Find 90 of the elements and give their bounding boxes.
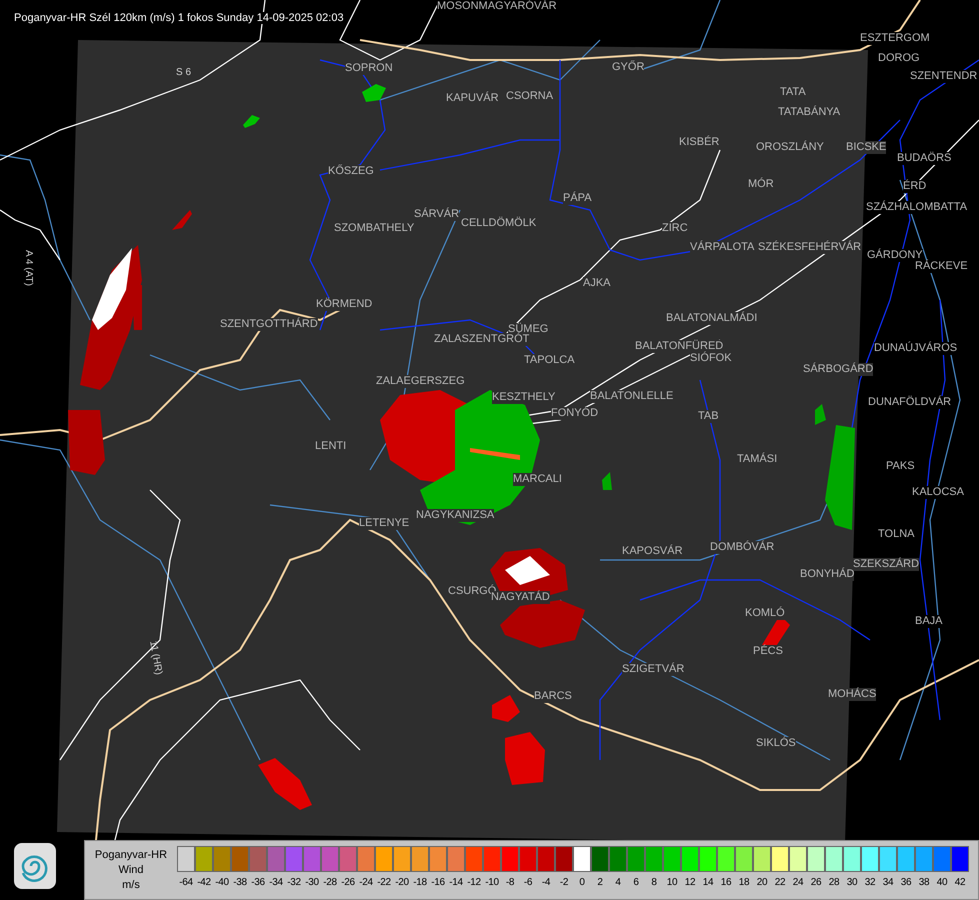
legend-subtitle: Wind <box>118 862 144 878</box>
legend-value: -10 <box>485 877 499 888</box>
city-label: BICSKE <box>846 141 886 154</box>
legend-value: 28 <box>828 877 840 888</box>
legend-value: -20 <box>395 877 409 888</box>
legend-value: 8 <box>651 877 657 888</box>
legend-value: 24 <box>792 877 804 888</box>
city-label: BUDAÖRS <box>897 152 952 165</box>
city-label: SZÉKESFEHÉRVÁR <box>758 241 862 254</box>
legend-value: -16 <box>431 877 445 888</box>
road-label: S 6 <box>176 67 192 79</box>
legend-value: -14 <box>449 877 463 888</box>
legend-value: 12 <box>684 877 696 888</box>
swirl-logo-icon <box>14 843 56 889</box>
city-label: FONYÓD <box>551 407 598 420</box>
city-label: DOMBÓVÁR <box>710 541 774 554</box>
city-label: ÉRD <box>903 180 926 193</box>
city-label: SZIGETVÁR <box>622 663 684 676</box>
city-label: BALATONFÜRED <box>635 340 724 353</box>
legend-unit: m/s <box>122 878 140 892</box>
legend-value: -26 <box>341 877 355 888</box>
map-title: Poganyvar-HR Szél 120km (m/s) 1 fokos Sunday 14-09-2025 02:03 <box>14 12 344 24</box>
legend-value: -34 <box>269 877 283 888</box>
legend-value: 10 <box>666 877 678 888</box>
legend-value: -40 <box>215 877 229 888</box>
city-label: SZÁZHALOMBATTA <box>866 201 968 214</box>
city-label: SÁRBOGÁRD <box>803 363 874 376</box>
legend-value: 32 <box>864 877 876 888</box>
city-label: MOHÁCS <box>828 688 876 701</box>
city-label: SÁRVÁR <box>414 208 460 221</box>
legend-value: -30 <box>305 877 319 888</box>
legend-value: -28 <box>323 877 337 888</box>
city-label: NAGYKANIZSA <box>416 509 494 522</box>
legend-value: -22 <box>377 877 391 888</box>
legend-value: 34 <box>882 877 894 888</box>
legend-value: 16 <box>720 877 732 888</box>
city-label: MARCALI <box>513 473 562 486</box>
city-label: BAJA <box>915 615 943 628</box>
city-label: SZENTENDR <box>910 70 978 83</box>
legend-value: 4 <box>615 877 621 888</box>
city-label: SZENTGOTTHÁRD <box>220 318 318 331</box>
legend-value: 2 <box>597 877 603 888</box>
legend-value: 0 <box>579 877 585 888</box>
legend-value: -36 <box>251 877 265 888</box>
city-label: VÁRPALOTA <box>690 241 754 254</box>
legend-value: -38 <box>233 877 247 888</box>
legend-value: 42 <box>954 877 966 888</box>
legend-value: -18 <box>413 877 427 888</box>
city-label: BALATONALMÁDI <box>666 312 758 325</box>
city-label: KALOCSA <box>912 486 964 499</box>
city-label: KÖRMEND <box>316 298 372 311</box>
city-label: PÁPA <box>563 192 592 205</box>
city-label: TAB <box>698 410 719 423</box>
city-label: DUNAÚJVÁROS <box>874 342 958 355</box>
legend-value: -8 <box>506 877 514 888</box>
city-label: BARCS <box>534 690 572 703</box>
city-label: SZEKSZÁRD <box>853 558 920 571</box>
city-label: SOPRON <box>345 62 393 75</box>
legend-value: 30 <box>846 877 858 888</box>
legend-value: -64 <box>179 877 193 888</box>
city-label: LETENYE <box>359 517 410 530</box>
road-label: 11 (HR) <box>146 640 164 676</box>
legend-value: 26 <box>810 877 822 888</box>
city-label: GÁRDONY <box>867 249 923 262</box>
city-label: ZALAEGERSZEG <box>376 375 465 388</box>
city-label: KESZTHELY <box>492 391 556 404</box>
legend-value: -4 <box>542 877 550 888</box>
legend-value: 22 <box>774 877 786 888</box>
legend-value: -6 <box>524 877 532 888</box>
legend-value: 6 <box>633 877 639 888</box>
legend-value: -12 <box>467 877 481 888</box>
legend-value: -2 <box>560 877 568 888</box>
city-label: DUNAFÖLDVÁR <box>868 396 952 409</box>
legend-value: -24 <box>359 877 373 888</box>
city-label: GYŐR <box>612 61 644 74</box>
road-label: A 4 (AT) <box>22 250 34 286</box>
legend-value: -32 <box>287 877 301 888</box>
city-label: BALATONLELLE <box>590 390 674 403</box>
city-label: ESZTERGOM <box>860 32 930 45</box>
legend-value: -42 <box>197 877 211 888</box>
city-label: RÁCKEVE <box>915 260 968 273</box>
legend-value: 14 <box>702 877 714 888</box>
legend-value: 18 <box>738 877 750 888</box>
city-label: BONYHÁD <box>800 568 854 581</box>
city-label: KOMLÓ <box>745 607 785 620</box>
legend-value: 36 <box>900 877 912 888</box>
legend-title: Poganyvar-HR <box>94 848 168 862</box>
legend-value: 20 <box>756 877 768 888</box>
legend-value: 38 <box>918 877 930 888</box>
legend-value: 40 <box>936 877 948 888</box>
